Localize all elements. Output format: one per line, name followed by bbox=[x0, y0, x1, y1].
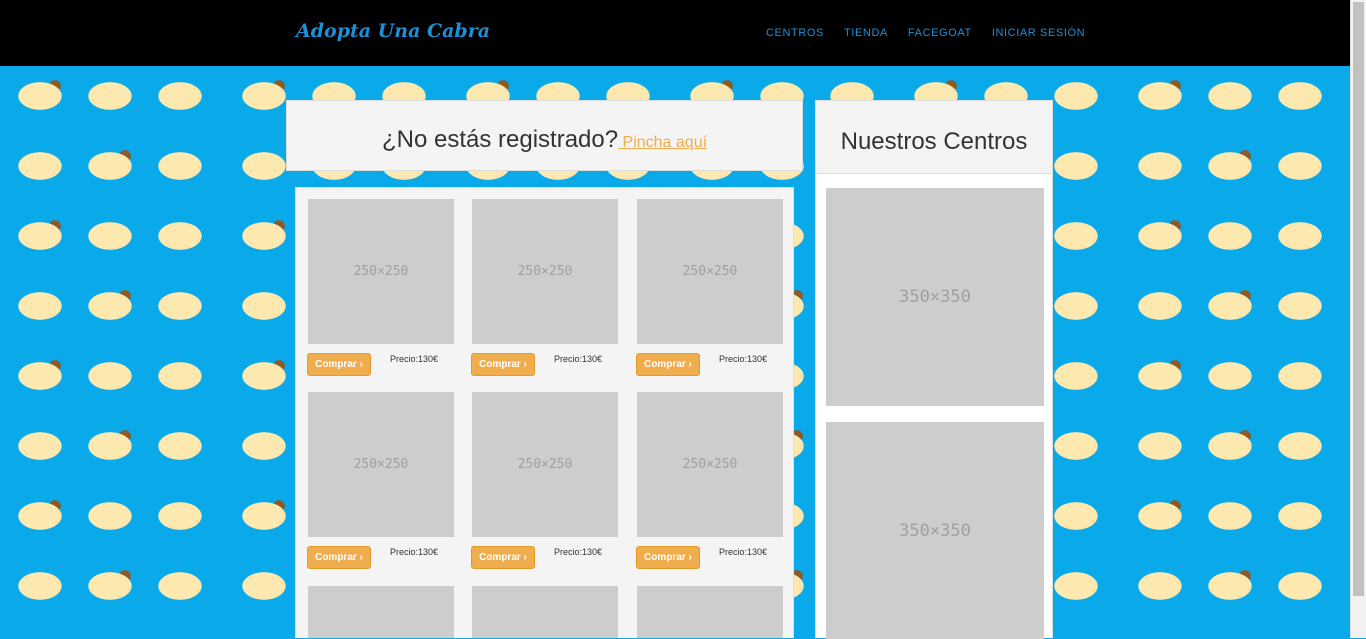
chevron-right-icon: › bbox=[520, 359, 527, 370]
register-link[interactable]: Pincha aquí bbox=[618, 134, 708, 151]
buy-button-label: Comprar bbox=[479, 359, 521, 370]
product-card: 250×250 Comprar › Precio:130€ bbox=[471, 199, 618, 379]
product-price: Precio:130€ bbox=[390, 354, 439, 364]
product-price: Precio:130€ bbox=[719, 547, 768, 557]
product-image[interactable]: 250×250 bbox=[308, 199, 454, 344]
chevron-right-icon: › bbox=[356, 552, 363, 563]
product-card bbox=[637, 586, 783, 638]
product-image[interactable] bbox=[637, 586, 783, 638]
chevron-right-icon: › bbox=[685, 552, 692, 563]
center-image[interactable]: 350×350 bbox=[826, 422, 1044, 639]
brand-logo[interactable]: Adopta Una Cabra bbox=[296, 20, 490, 42]
product-card: 250×250 Comprar › Precio:130€ bbox=[636, 392, 783, 572]
buy-button[interactable]: Comprar › bbox=[636, 546, 700, 569]
centers-header: Nuestros Centros bbox=[816, 101, 1052, 174]
nav-menu: CENTROS TIENDA FACEGOAT INICIAR SESIÓN bbox=[766, 27, 1085, 39]
nav-link-tienda[interactable]: TIENDA bbox=[844, 27, 888, 39]
nav-link-centros[interactable]: CENTROS bbox=[766, 27, 824, 39]
product-price: Precio:130€ bbox=[554, 354, 603, 364]
product-card: 250×250 Comprar › Precio:130€ bbox=[307, 392, 454, 572]
center-image[interactable]: 350×350 bbox=[826, 188, 1044, 406]
product-price: Precio:130€ bbox=[390, 547, 439, 557]
product-image[interactable]: 250×250 bbox=[637, 199, 783, 344]
chevron-right-icon: › bbox=[520, 552, 527, 563]
chevron-right-icon: › bbox=[356, 359, 363, 370]
product-grid: 250×250 Comprar › Precio:130€ 250×250 Co… bbox=[295, 187, 794, 638]
page-scrollbar[interactable] bbox=[1350, 0, 1366, 638]
buy-button[interactable]: Comprar › bbox=[471, 546, 535, 569]
product-card: 250×250 Comprar › Precio:130€ bbox=[307, 199, 454, 379]
buy-button-label: Comprar bbox=[644, 359, 686, 370]
product-card bbox=[472, 586, 618, 638]
nav-link-facegoat[interactable]: FACEGOAT bbox=[908, 27, 972, 39]
product-price: Precio:130€ bbox=[554, 547, 603, 557]
product-card: 250×250 Comprar › Precio:130€ bbox=[636, 199, 783, 379]
product-image[interactable] bbox=[472, 586, 618, 638]
buy-button[interactable]: Comprar › bbox=[636, 353, 700, 376]
product-image[interactable] bbox=[308, 586, 454, 638]
centers-title: Nuestros Centros bbox=[840, 128, 1028, 155]
register-message: ¿No estás registrado? Pincha aquí bbox=[382, 126, 707, 154]
product-image[interactable]: 250×250 bbox=[472, 199, 618, 344]
buy-button-label: Comprar bbox=[315, 552, 357, 563]
top-navbar: Adopta Una Cabra CENTROS TIENDA FACEGOAT… bbox=[0, 0, 1350, 66]
nav-link-iniciar-sesion[interactable]: INICIAR SESIÓN bbox=[992, 27, 1085, 39]
product-image[interactable]: 250×250 bbox=[308, 392, 454, 537]
buy-button-label: Comprar bbox=[644, 552, 686, 563]
centers-panel: Nuestros Centros 350×350 350×350 bbox=[815, 100, 1053, 639]
register-panel: ¿No estás registrado? Pincha aquí bbox=[286, 100, 803, 171]
chevron-right-icon: › bbox=[685, 359, 692, 370]
buy-button[interactable]: Comprar › bbox=[471, 353, 535, 376]
register-question: ¿No estás registrado? bbox=[381, 126, 619, 153]
buy-button-label: Comprar bbox=[315, 359, 357, 370]
scrollbar-thumb[interactable] bbox=[1353, 2, 1364, 596]
product-card bbox=[308, 586, 454, 638]
buy-button[interactable]: Comprar › bbox=[307, 353, 371, 376]
buy-button-label: Comprar bbox=[479, 552, 521, 563]
product-image[interactable]: 250×250 bbox=[637, 392, 783, 537]
product-image[interactable]: 250×250 bbox=[472, 392, 618, 537]
product-price: Precio:130€ bbox=[719, 354, 768, 364]
product-card: 250×250 Comprar › Precio:130€ bbox=[471, 392, 618, 572]
buy-button[interactable]: Comprar › bbox=[307, 546, 371, 569]
